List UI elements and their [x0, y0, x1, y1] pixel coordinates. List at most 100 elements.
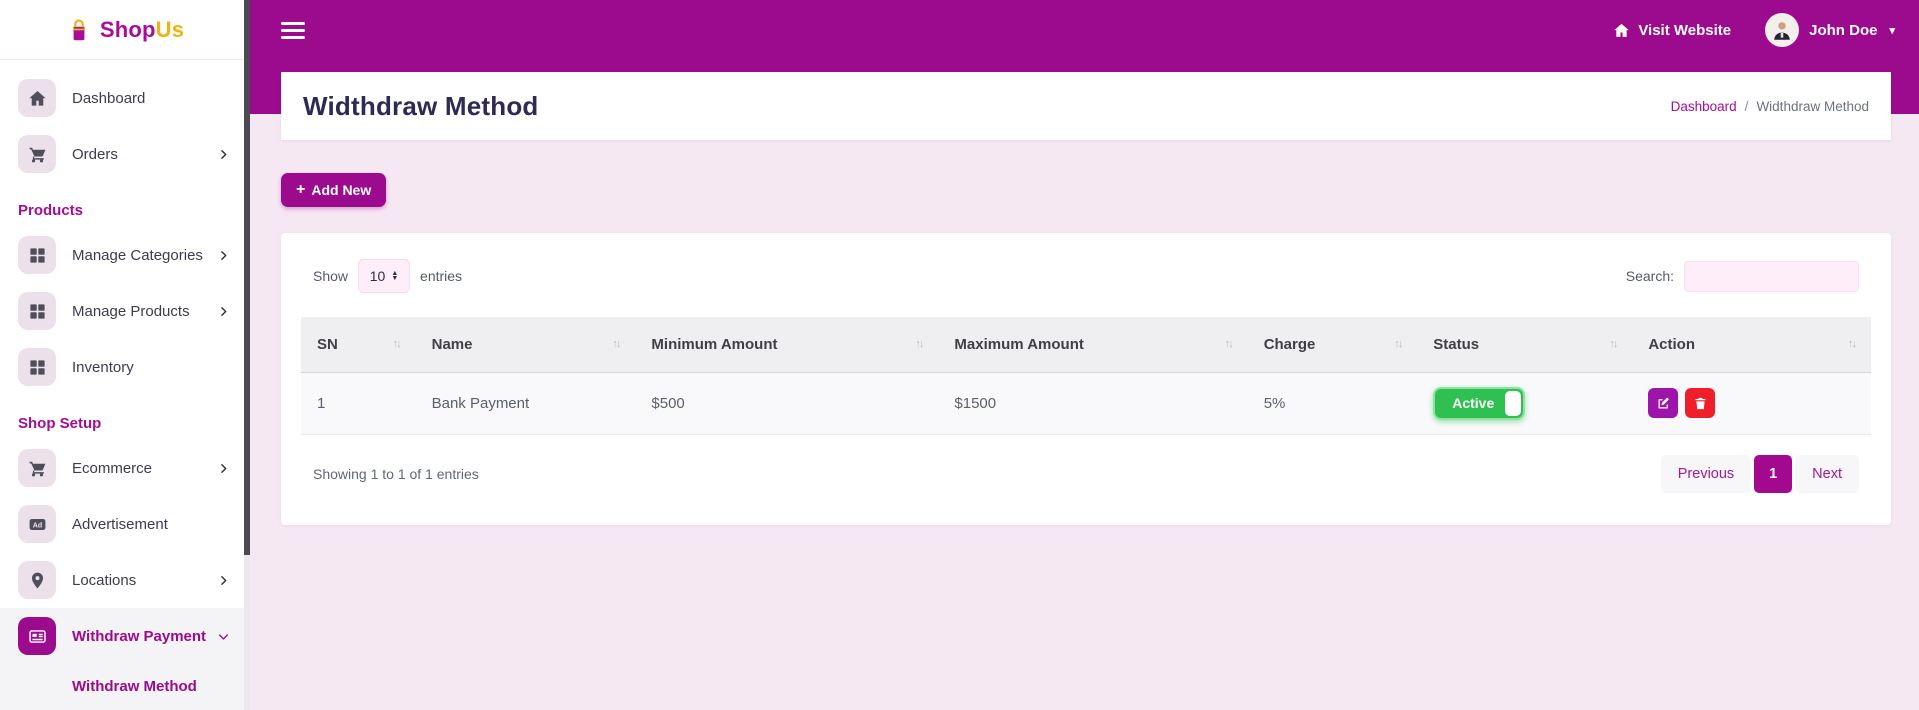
search-input[interactable]	[1684, 261, 1859, 292]
brand-name: ShopUs	[100, 17, 184, 43]
home-icon	[18, 79, 56, 117]
grid-icon	[18, 348, 56, 386]
svg-text:Ad: Ad	[32, 521, 41, 529]
sidebar-section-products: Products	[0, 182, 250, 227]
sort-icon: ↑↓	[1848, 338, 1855, 350]
home-icon	[1613, 22, 1630, 39]
grid-icon	[18, 292, 56, 330]
column-header-sn[interactable]: SN↑↓	[301, 317, 416, 372]
hamburger-menu-icon[interactable]	[281, 22, 305, 39]
trash-icon	[1693, 396, 1708, 411]
caret-down-icon: ▾	[1889, 24, 1895, 37]
breadcrumb: Dashboard / Widthdraw Method	[1671, 99, 1869, 114]
breadcrumb-separator: /	[1745, 99, 1749, 114]
grid-icon	[18, 236, 56, 274]
breadcrumb-current: Widthdraw Method	[1756, 99, 1869, 114]
card-icon	[18, 617, 56, 655]
sidebar-nav: Dashboard Orders ProductsManage Categories…	[0, 60, 250, 710]
chevron-down-icon	[217, 630, 230, 643]
select-spinner-icon: ▲▼	[391, 271, 398, 281]
user-menu[interactable]: John Doe ▾	[1765, 13, 1895, 47]
sidebar-scrollbar-thumb[interactable]	[244, 0, 250, 555]
entries-label: entries	[420, 268, 462, 284]
cart-icon	[18, 449, 56, 487]
sidebar-item-manage-categories[interactable]: Manage Categories	[0, 227, 250, 283]
table-row: 1Bank Payment$500$15005%Active	[301, 372, 1871, 434]
sort-icon: ↑↓	[1225, 338, 1232, 350]
chevron-right-icon	[217, 574, 230, 587]
table-info: Showing 1 to 1 of 1 entries	[313, 466, 479, 482]
sort-icon: ↑↓	[915, 338, 922, 350]
delete-button[interactable]	[1685, 388, 1715, 418]
column-label: Status	[1433, 336, 1479, 353]
page-size-value: 10	[370, 268, 386, 284]
pagination: Previous 1 Next	[1661, 455, 1859, 493]
status-label: Active	[1435, 395, 1494, 411]
sidebar-item-withdraw-payment[interactable]: Withdraw Payment	[0, 608, 250, 664]
column-header-minimum_amount[interactable]: Minimum Amount ↑↓	[635, 317, 938, 372]
add-new-label: Add New	[311, 182, 371, 198]
column-label: Maximum Amount	[954, 336, 1083, 353]
sidebar-scrollbar-track	[244, 0, 250, 710]
pagination-next-button[interactable]: Next	[1795, 455, 1859, 493]
sidebar-item-ecommerce[interactable]: Ecommerce	[0, 440, 250, 496]
column-label: Minimum Amount	[651, 336, 777, 353]
breadcrumb-dashboard-link[interactable]: Dashboard	[1671, 99, 1737, 114]
pagination-page-1-button[interactable]: 1	[1754, 455, 1792, 493]
cell-minimum_amount: $500	[635, 372, 938, 434]
sidebar-item-advertisement[interactable]: Ad Advertisement	[0, 496, 250, 552]
withdraw-method-table: SN↑↓Name↑↓Minimum Amount↑↓Maximum Amount…	[301, 317, 1871, 435]
user-name: John Doe	[1809, 22, 1877, 39]
visit-website-link[interactable]: Visit Website	[1613, 22, 1731, 39]
pagination-previous-button[interactable]: Previous	[1661, 455, 1751, 493]
plus-icon: +	[296, 181, 305, 199]
sidebar-item-label: Withdraw Payment	[72, 628, 217, 645]
pin-icon	[18, 561, 56, 599]
column-header-maximum_amount[interactable]: Maximum Amount ↑↓	[938, 317, 1247, 372]
cell-maximum_amount: $1500	[938, 372, 1247, 434]
chevron-right-icon	[217, 462, 230, 475]
column-label: Action	[1648, 336, 1695, 353]
search-label: Search:	[1626, 268, 1674, 284]
page-header: Widthdraw Method Dashboard / Widthdraw M…	[281, 72, 1891, 140]
sidebar-item-label: Advertisement	[72, 516, 230, 533]
show-label: Show	[313, 268, 348, 284]
column-header-status[interactable]: Status ↑↓	[1417, 317, 1632, 372]
column-header-action[interactable]: Action ↑↓	[1632, 317, 1871, 372]
page-size-select[interactable]: 10 ▲▼	[358, 259, 410, 293]
datatable-card: Show 10 ▲▼ entries Search: SN↑↓Name↑↓Min…	[281, 233, 1891, 525]
sidebar-subitem-withdraw-method[interactable]: Withdraw Method	[0, 664, 250, 708]
column-header-name[interactable]: Name↑↓	[416, 317, 636, 372]
cell-action	[1632, 372, 1871, 434]
chevron-right-icon	[217, 148, 230, 161]
edit-icon	[1656, 396, 1671, 411]
edit-button[interactable]	[1648, 388, 1678, 418]
column-header-charge[interactable]: Charge↑↓	[1248, 317, 1418, 372]
sidebar-item-dashboard[interactable]: Dashboard	[0, 70, 250, 126]
sidebar-item-locations[interactable]: Locations	[0, 552, 250, 608]
sort-icon: ↑↓	[1609, 338, 1616, 350]
sidebar-section-shop-setup: Shop Setup	[0, 395, 250, 440]
visit-website-label: Visit Website	[1638, 22, 1731, 39]
page-title: Widthdraw Method	[303, 91, 539, 122]
column-label: Charge	[1264, 336, 1316, 353]
column-label: Name	[432, 336, 473, 353]
cell-sn: 1	[301, 372, 416, 434]
chevron-right-icon	[217, 249, 230, 262]
sidebar-item-label: Ecommerce	[72, 460, 217, 477]
ad-icon: Ad	[18, 505, 56, 543]
sidebar-item-inventory[interactable]: Inventory	[0, 339, 250, 395]
status-toggle[interactable]: Active	[1433, 387, 1525, 420]
sort-icon: ↑↓	[393, 338, 400, 350]
sidebar-item-label: Orders	[72, 146, 217, 163]
shopping-bag-icon	[66, 17, 92, 43]
cell-charge: 5%	[1248, 372, 1418, 434]
add-new-button[interactable]: + Add New	[281, 173, 386, 207]
brand-logo[interactable]: ShopUs	[0, 0, 250, 60]
sidebar-item-manage-products[interactable]: Manage Products	[0, 283, 250, 339]
cart-icon	[18, 135, 56, 173]
sidebar: ShopUs Dashboard Orders ProductsManage Cat…	[0, 0, 250, 710]
sidebar-item-orders[interactable]: Orders	[0, 126, 250, 182]
sidebar-item-label: Locations	[72, 572, 217, 589]
avatar	[1765, 13, 1799, 47]
